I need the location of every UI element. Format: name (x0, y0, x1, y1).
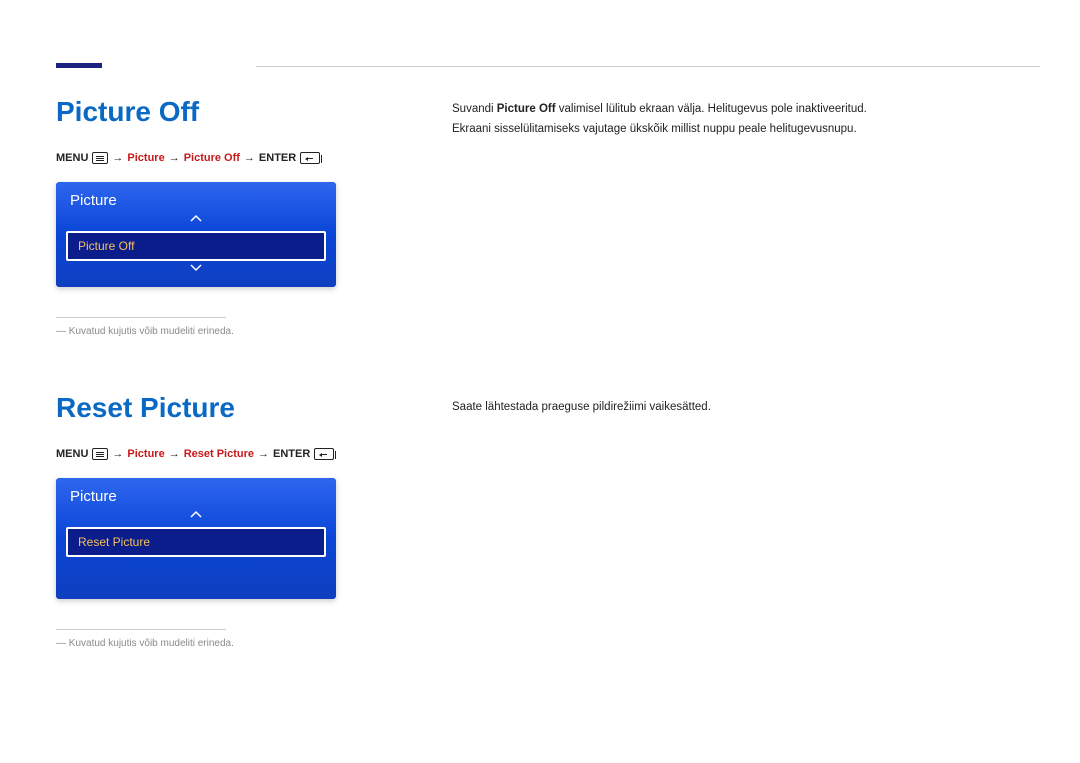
desc-line-1: Suvandi Picture Off valimisel lülitub ek… (452, 100, 1030, 120)
path-picture-off: Picture Off (184, 152, 240, 164)
footnote-dash-icon: ― (56, 638, 66, 649)
section-title-reset-picture: Reset Picture (56, 392, 396, 424)
chevron-up-icon[interactable] (56, 213, 336, 231)
footnote-reset-picture: ― Kuvatud kujutis võib mudeliti erineda. (56, 638, 396, 649)
osd-item-reset-picture[interactable]: Reset Picture (66, 527, 326, 557)
menu-icon (92, 448, 108, 460)
path-picture: Picture (127, 448, 164, 460)
enter-label: ENTER (259, 152, 296, 164)
arrow-icon: → (258, 448, 269, 460)
footnote-divider (56, 317, 226, 318)
enter-icon (314, 448, 334, 460)
arrow-icon: → (112, 152, 123, 164)
section-reset-picture-desc: Saate lähtestada praeguse pildirežiimi v… (452, 398, 1030, 418)
osd-panel-reset-picture: Picture Reset Picture (56, 478, 336, 599)
arrow-icon: → (169, 152, 180, 164)
section-picture-off-left: Picture Off MENU → Picture → Picture Off… (56, 96, 396, 337)
enter-label: ENTER (273, 448, 310, 460)
section-picture-off-desc: Suvandi Picture Off valimisel lülitub ek… (452, 100, 1030, 139)
header-divider (256, 66, 1040, 67)
footnote-picture-off: ― Kuvatud kujutis võib mudeliti erineda. (56, 326, 396, 337)
osd-item-picture-off[interactable]: Picture Off (66, 231, 326, 261)
arrow-icon: → (244, 152, 255, 164)
menu-path-reset-picture: MENU → Picture → Reset Picture → ENTER (56, 448, 396, 460)
arrow-icon: → (112, 448, 123, 460)
footnote-divider (56, 629, 226, 630)
menu-path-picture-off: MENU → Picture → Picture Off → ENTER (56, 152, 396, 164)
desc-line-2: Ekraani sisselülitamiseks vajutage ükskõ… (452, 120, 1030, 140)
enter-icon (300, 152, 320, 164)
arrow-icon: → (169, 448, 180, 460)
osd-header: Picture (56, 182, 336, 213)
desc-reset-picture: Saate lähtestada praeguse pildirežiimi v… (452, 398, 1030, 418)
menu-icon (92, 152, 108, 164)
chevron-down-icon[interactable] (56, 263, 336, 281)
path-picture: Picture (127, 152, 164, 164)
page-header-rules (56, 48, 1040, 49)
footnote-text: Kuvatud kujutis võib mudeliti erineda. (69, 326, 234, 337)
osd-header: Picture (56, 478, 336, 509)
chevron-up-icon[interactable] (56, 509, 336, 527)
desc-text: Suvandi (452, 103, 497, 115)
menu-label: MENU (56, 152, 88, 164)
header-accent-bar (56, 63, 102, 68)
desc-text: valimisel lülitub ekraan välja. Helituge… (556, 103, 867, 115)
desc-bold: Picture Off (497, 103, 556, 115)
menu-label: MENU (56, 448, 88, 460)
footnote-dash-icon: ― (56, 326, 66, 337)
section-title-picture-off: Picture Off (56, 96, 396, 128)
section-reset-picture-left: Reset Picture MENU → Picture → Reset Pic… (56, 392, 396, 649)
footnote-text: Kuvatud kujutis võib mudeliti erineda. (69, 638, 234, 649)
osd-panel-picture-off: Picture Picture Off (56, 182, 336, 287)
osd-spacer (56, 559, 336, 593)
path-reset-picture: Reset Picture (184, 448, 254, 460)
